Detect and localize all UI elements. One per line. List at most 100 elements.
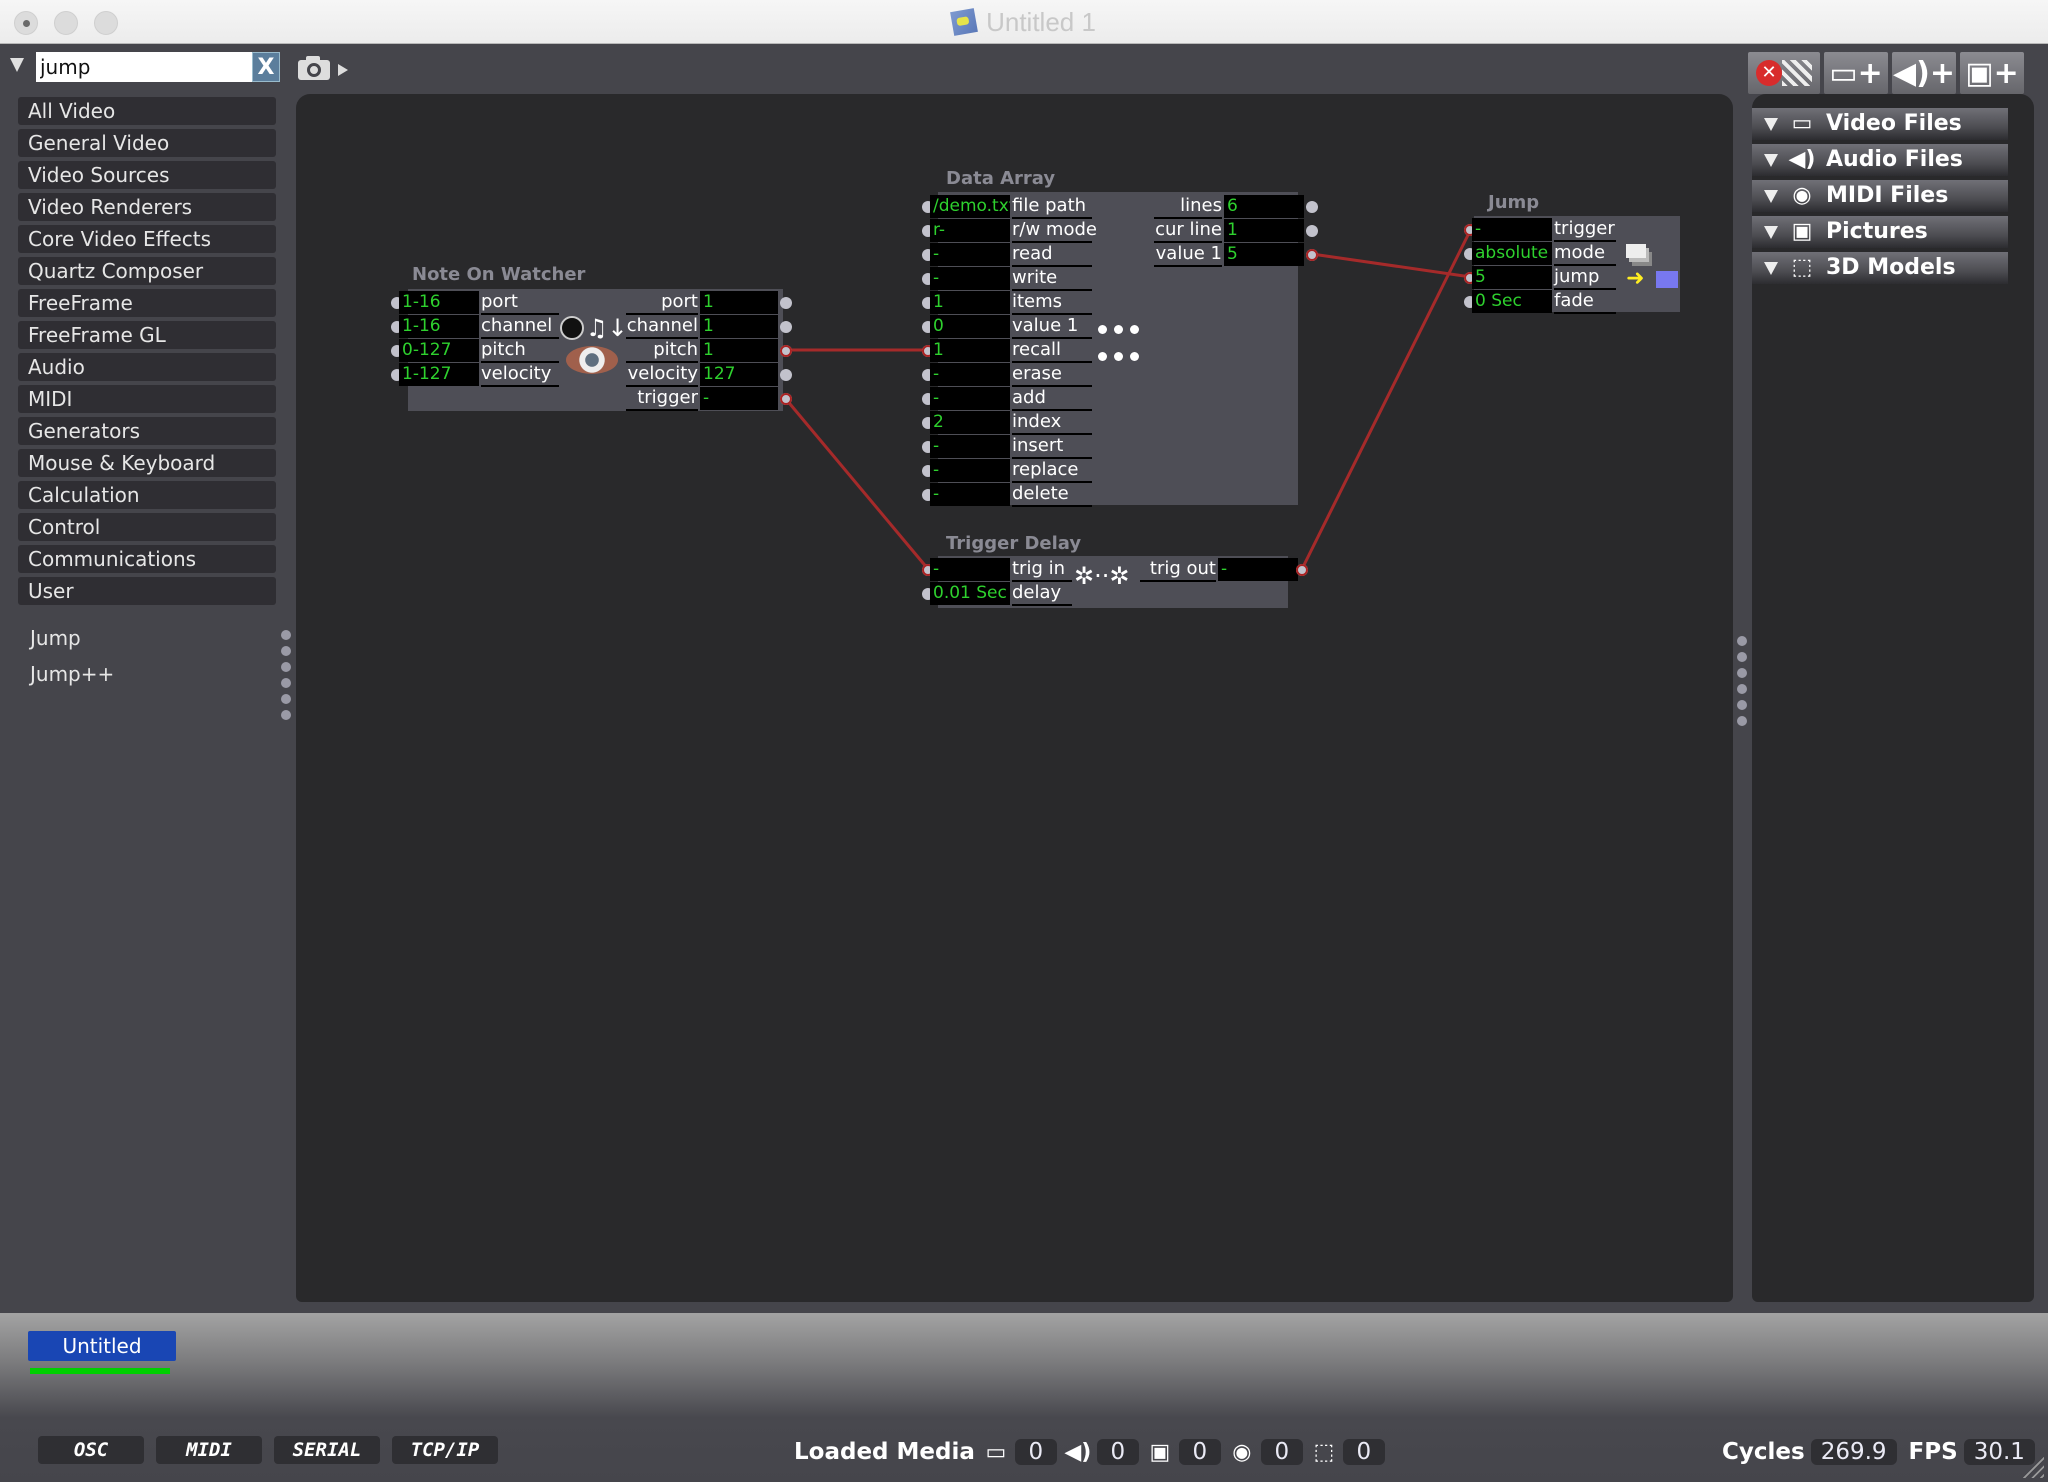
category-freeframe[interactable]: FreeFrame [18,289,276,317]
add-picture-button[interactable]: ▣+ [1960,52,2024,94]
input-field-value-1[interactable]: 0 [930,315,1010,338]
output-port[interactable] [1306,249,1318,261]
output-port[interactable] [1306,225,1318,237]
input-field-file-path[interactable]: /demo.txt [930,195,1010,218]
input-field-velocity[interactable]: 1-127 [399,363,479,386]
library-search-input[interactable] [36,52,252,82]
section-pictures[interactable]: ▣ Pictures [1752,216,2008,248]
input-label: trig in [1012,558,1072,582]
disclosure-triangle-icon[interactable] [1764,189,1778,203]
input-label: recall [1012,339,1092,363]
category-quartz-composer[interactable]: Quartz Composer [18,257,276,285]
section-label: 3D Models [1826,255,1956,280]
section-video-files[interactable]: ▭ Video Files [1752,108,2008,140]
input-field-mode[interactable]: absolute [1472,242,1552,265]
input-field-port[interactable]: 1-16 [399,291,479,314]
input-field-fade[interactable]: 0 Sec [1472,290,1552,313]
disclosure-triangle-icon[interactable] [1764,225,1778,239]
patch-editor-canvas[interactable]: Note On Watcher 1-16 port 1-16 channel 0… [296,94,1733,1302]
right-splitter-handle[interactable] [1737,636,1747,726]
category-user[interactable]: User [18,577,276,605]
output-label: value 1 [1154,243,1222,267]
input-field-replace[interactable]: - [930,459,1010,482]
disclosure-triangle-icon[interactable] [1764,261,1778,275]
input-field-trig-in[interactable]: - [930,558,1010,581]
category-mouse-keyboard[interactable]: Mouse & Keyboard [18,449,276,477]
output-port[interactable] [780,297,792,309]
input-field-delete[interactable]: - [930,483,1010,506]
result-item-jump[interactable]: Jump [18,620,276,656]
category-core-video-effects[interactable]: Core Video Effects [18,225,276,253]
jump-arrow-icon: ➜ [1626,266,1645,291]
section-3d-models[interactable]: ⬚ 3D Models [1752,252,2008,284]
camera-icon[interactable] [298,54,332,80]
osc-button[interactable]: OSC [38,1436,144,1464]
camera-menu-arrow-icon[interactable] [338,64,348,76]
category-audio[interactable]: Audio [18,353,276,381]
film-icon: ▭ [985,1439,1007,1465]
serial-button[interactable]: SERIAL [274,1436,380,1464]
output-label: lines [1154,195,1222,219]
section-audio-files[interactable]: ◀) Audio Files [1752,144,2008,176]
input-field-trigger[interactable]: - [1472,218,1552,241]
input-field-read[interactable]: - [930,243,1010,266]
stop-all-media-button[interactable]: ✕ [1748,52,1820,94]
input-field-write[interactable]: - [930,267,1010,290]
input-field-index[interactable]: 2 [930,411,1010,434]
input-field-insert[interactable]: - [930,435,1010,458]
output-port[interactable] [1306,201,1318,213]
input-field-erase[interactable]: - [930,363,1010,386]
input-field-delay[interactable]: 0.01 Sec [930,582,1010,605]
category-generators[interactable]: Generators [18,417,276,445]
output-port[interactable] [1296,564,1308,576]
left-splitter-handle[interactable] [281,630,291,720]
input-field-pitch[interactable]: 0-127 [399,339,479,362]
section-midi-files[interactable]: ◉ MIDI Files [1752,180,2008,212]
category-midi[interactable]: MIDI [18,385,276,413]
input-label: replace [1012,459,1092,483]
section-label: Audio Files [1826,147,1963,172]
section-label: Pictures [1826,219,1928,244]
category-control[interactable]: Control [18,513,276,541]
speaker-icon: ◀) [1788,147,1816,172]
input-field-channel[interactable]: 1-16 [399,315,479,338]
add-audio-button[interactable]: ◀)+ [1892,52,1956,94]
output-field-pitch: 1 [700,339,778,362]
category-calculation[interactable]: Calculation [18,481,276,509]
project-tab-untitled[interactable]: Untitled [28,1331,176,1361]
output-field-port: 1 [700,291,778,314]
collapse-triangle-icon[interactable] [10,58,24,72]
film-icon: ▭ [1791,111,1813,136]
input-label: insert [1012,435,1092,459]
category-general-video[interactable]: General Video [18,129,276,157]
disclosure-triangle-icon[interactable] [1764,153,1778,167]
result-item-jump-plus-plus[interactable]: Jump++ [18,656,276,692]
tcp-ip-button[interactable]: TCP/IP [392,1436,498,1464]
add-video-button[interactable]: ▭+ [1824,52,1888,94]
output-port[interactable] [780,393,792,405]
midi-eye-icon: ♫↓ [560,316,628,378]
wire-trig-out-to-jump-trigger [1300,228,1473,570]
midi-button[interactable]: MIDI [156,1436,262,1464]
output-field-trigger: - [700,387,778,410]
category-all-video[interactable]: All Video [18,97,276,125]
category-freeframe-gl[interactable]: FreeFrame GL [18,321,276,349]
category-video-renderers[interactable]: Video Renderers [18,193,276,221]
input-field-recall[interactable]: 1 [930,339,1010,362]
disclosure-triangle-icon[interactable] [1764,117,1778,131]
models-count: 0 [1342,1439,1385,1465]
media-toolbar: ✕ ▭+ ◀)+ ▣+ [1748,52,2024,96]
input-field-jump[interactable]: 5 [1472,266,1552,289]
window-title: Untitled 1 [0,7,2048,38]
category-video-sources[interactable]: Video Sources [18,161,276,189]
output-port[interactable] [780,345,792,357]
section-label: Video Files [1826,111,1962,136]
clear-search-button[interactable]: X [252,52,280,82]
output-port[interactable] [780,321,792,333]
loaded-media-label: Loaded Media [794,1439,975,1465]
input-field-add[interactable]: - [930,387,1010,410]
output-port[interactable] [780,369,792,381]
input-field-r-w-mode[interactable]: r- [930,219,1010,242]
category-communications[interactable]: Communications [18,545,276,573]
input-field-items[interactable]: 1 [930,291,1010,314]
